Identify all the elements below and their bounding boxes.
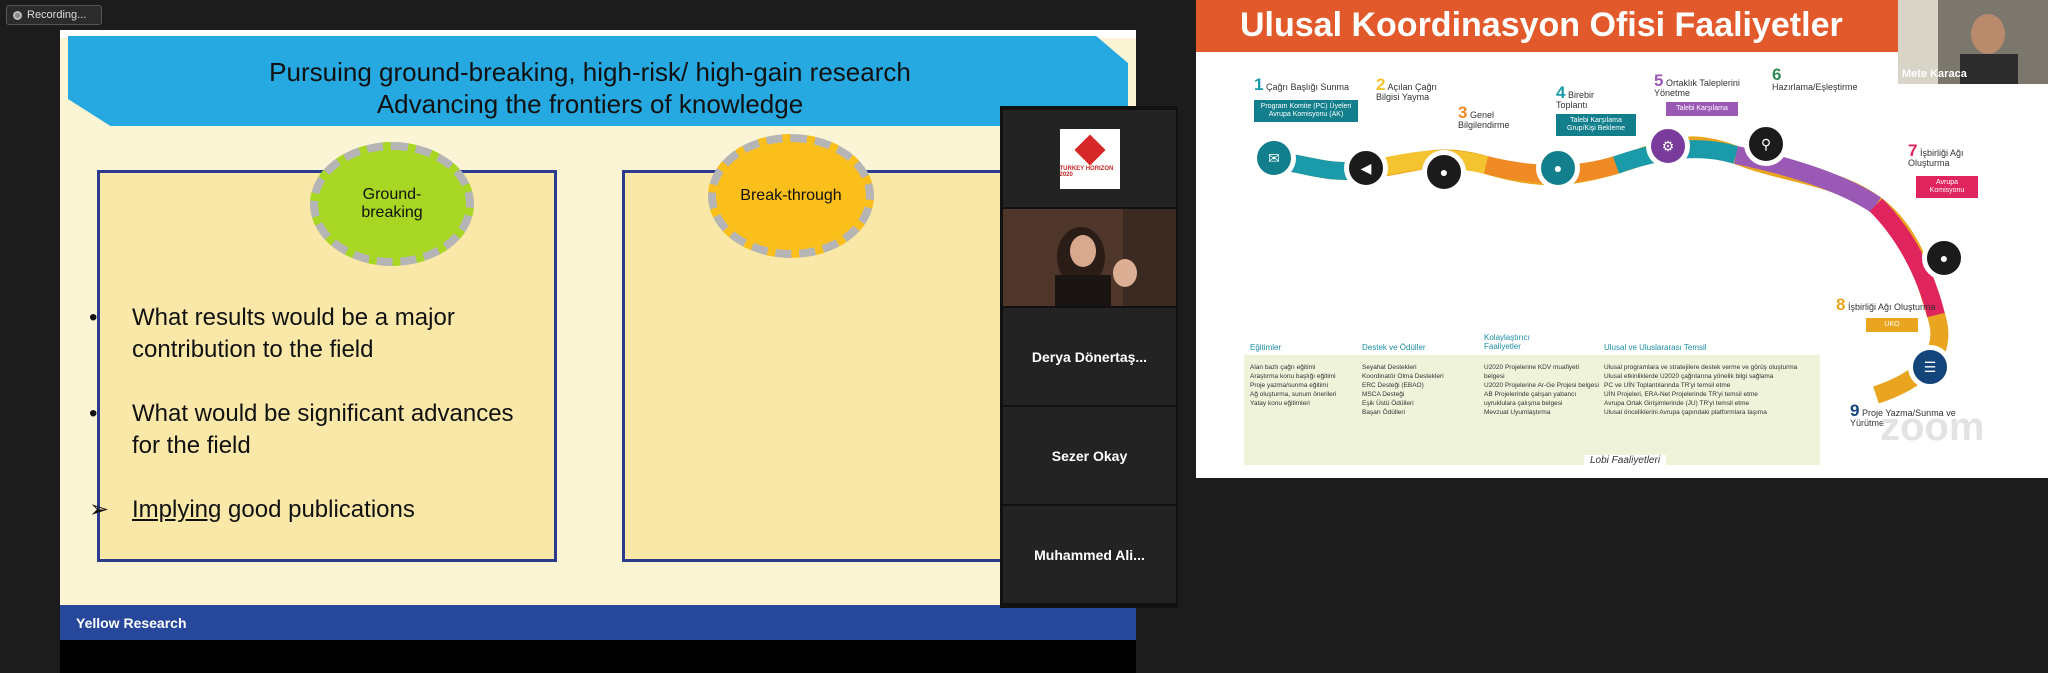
trainings-heading: Eğitimler xyxy=(1250,343,1282,352)
self-view-name: Mete Karaca xyxy=(1902,68,1967,80)
recording-label: Recording... xyxy=(27,9,87,21)
step-2: 2 Açılan Çağrı Bilgisi Yayma xyxy=(1376,75,1438,102)
slide-title: Pursuing ground-breaking, high-risk/ hig… xyxy=(60,56,1120,120)
step-7: 7 İşbirliği Ağı Oluşturma xyxy=(1908,141,1964,168)
step6-search-icon: ⚲ xyxy=(1744,122,1788,166)
logo-text: TURKEY HORIZON 2020 xyxy=(1059,166,1114,178)
break-through-oval: Break-through xyxy=(708,134,874,258)
step-5: 5 Ortaklık Taleplerini Yönetme xyxy=(1654,71,1740,98)
tag-uko: UKO xyxy=(1866,318,1918,332)
tag-european-commission: Avrupa Komisyonu xyxy=(1916,176,1978,198)
step4-meeting-icon: ● xyxy=(1536,146,1580,190)
record-icon xyxy=(13,10,22,20)
bullet-text: What results would be a major contributi… xyxy=(132,304,455,363)
logo-emblem-icon xyxy=(1073,134,1106,166)
facilitating-heading: Kolaylaştırıcı Faaliyetler xyxy=(1484,333,1530,351)
support-heading: Destek ve Ödüller xyxy=(1362,343,1426,352)
representation-heading: Ulusal ve Uluslararası Temsil xyxy=(1604,343,1707,352)
step-3: 3 Genel Bilgilendirme xyxy=(1458,103,1510,130)
support-list: Seyahat Destekleri Koordinatör Olma Dest… xyxy=(1362,364,1444,416)
activities-panel: Eğitimler Destek ve Ödüller Kolaylaştırı… xyxy=(1244,333,1820,466)
footer-label: Yellow Research xyxy=(76,615,187,631)
participant-name: Sezer Okay xyxy=(1051,447,1128,464)
participant-name: Derya Dönertaş... xyxy=(1031,348,1148,365)
trainings-list: Alan bazlı çağrı eğitimi Araştırma konu … xyxy=(1250,364,1337,407)
step1-chat-icon: ✉ xyxy=(1252,136,1296,180)
participant-tile-sezer[interactable]: Sezer Okay xyxy=(1003,407,1176,504)
representation-list: Ulusal programlara ve stratejilere deste… xyxy=(1604,364,1798,416)
horizon-2020-logo: TURKEY HORIZON 2020 xyxy=(1059,128,1120,189)
step-6: 6 Hazırlama/Eşleştirme xyxy=(1772,65,1858,92)
tag-request-handling: Talebi Karşılama xyxy=(1666,102,1738,116)
recording-indicator[interactable]: Recording... xyxy=(6,5,102,25)
arrow-bullet-icon: ➢ xyxy=(89,496,110,523)
bullet-good-publications: ➢ Implying good publications xyxy=(89,494,552,526)
bullet-dot-icon: • xyxy=(89,304,98,331)
step-8: 8 İşbirliği Ağı Oluşturma xyxy=(1836,295,1936,314)
step3-group-icon: ● xyxy=(1422,150,1466,194)
step7-network-icon: ● xyxy=(1922,236,1966,280)
participant-tile-derya[interactable]: Derya Dönertaş... xyxy=(1003,308,1176,405)
bullet-significant-advances: • What would be significant advances for… xyxy=(89,398,532,462)
participant-video-feed xyxy=(1003,209,1176,306)
break-through-label: Break-through xyxy=(740,187,842,204)
zoom-watermark: zoom xyxy=(1880,405,1985,449)
slide-title-line2: Advancing the frontiers of knowledge xyxy=(376,89,804,119)
slide-bottom-bar xyxy=(60,640,1136,673)
shared-title: Ulusal Koordinasyon Ofisi Faaliyetler xyxy=(1240,6,1843,44)
bullet-major-contribution: • What results would be a major contribu… xyxy=(89,302,532,366)
step9-document-icon: ☰ xyxy=(1908,345,1952,389)
tag-group-meeting: Talebi Karşılama Grup/Kişi Bekleme xyxy=(1556,114,1636,136)
step5-gear-icon: ⚙ xyxy=(1646,124,1690,168)
tag-program-committee: Program Komite (PC) Üyeleri Avrupa Komis… xyxy=(1254,100,1358,122)
step2-megaphone-icon: ◀ xyxy=(1344,146,1388,190)
facilitating-list: U2020 Projelerine KDV muafiyeti belgesi … xyxy=(1484,364,1599,416)
slide-footer: Yellow Research xyxy=(60,605,1136,640)
bullet-underlined-text: Implying xyxy=(132,496,222,523)
participant-tile-muhammed[interactable]: Muhammed Ali... xyxy=(1003,506,1176,603)
presentation-slide: Pursuing ground-breaking, high-risk/ hig… xyxy=(60,30,1136,640)
participant-panel: TURKEY HORIZON 2020 Derya Dönertaş... Se… xyxy=(1000,106,1178,608)
step-4: 4 Birebir Toplantı xyxy=(1556,83,1594,110)
slide-title-line1: Pursuing ground-breaking, high-risk/ hig… xyxy=(269,57,911,87)
bullet-text: What would be significant advances for t… xyxy=(132,400,514,459)
ground-breaking-oval: Ground-breaking xyxy=(310,142,474,266)
ground-breaking-label: Ground-breaking xyxy=(361,186,423,221)
participant-tile-video[interactable] xyxy=(1003,209,1176,306)
bullet-dot-icon: • xyxy=(89,400,98,427)
lobby-activities-label: Lobi Faaliyetleri xyxy=(1584,455,1667,466)
participant-tile-logo[interactable]: TURKEY HORIZON 2020 xyxy=(1003,110,1176,207)
bullet-text: good publications xyxy=(221,496,415,523)
participant-name: Muhammed Ali... xyxy=(1034,546,1145,563)
step-1: 1 Çağrı Başlığı Sunma xyxy=(1254,75,1350,94)
